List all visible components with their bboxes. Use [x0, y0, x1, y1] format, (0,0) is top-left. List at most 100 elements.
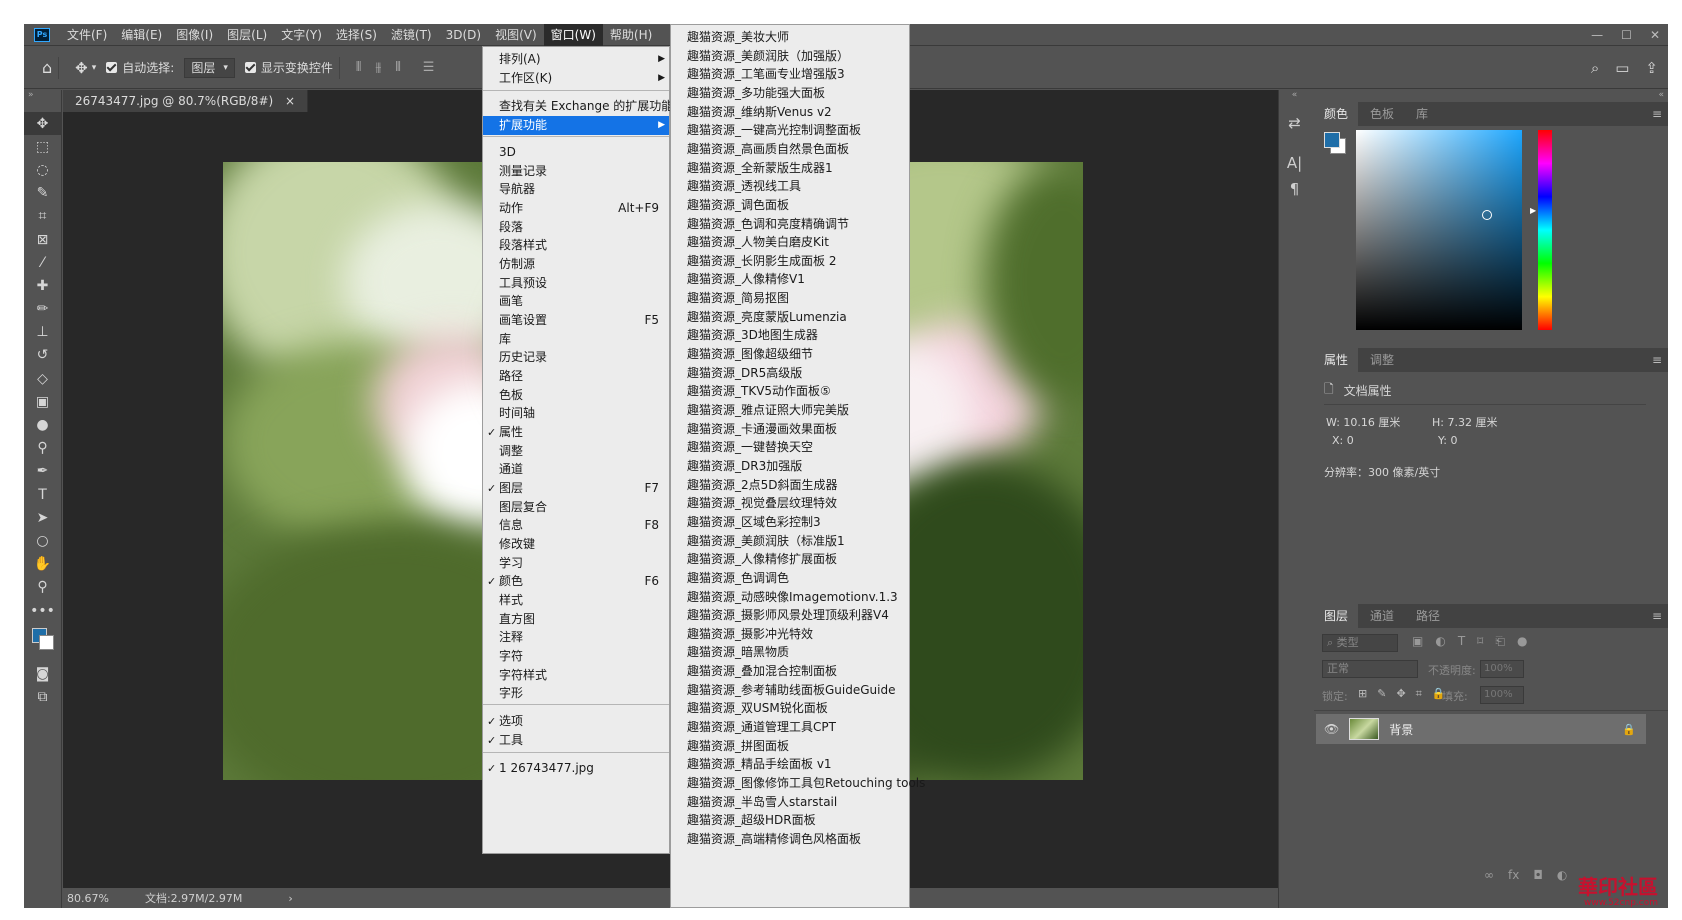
type-filter-icon[interactable]: T [1458, 634, 1465, 649]
link-layers-icon[interactable]: ∞ [1484, 868, 1494, 882]
visibility-eye-icon[interactable]: 👁 [1324, 722, 1339, 736]
extension-menu-item[interactable]: 趣猫资源_全新蒙版生成器1 [671, 159, 909, 178]
window-menu-item[interactable]: 学习 [483, 554, 669, 573]
color-picker-cursor[interactable] [1482, 210, 1492, 220]
shape-tool-icon[interactable]: ○ [24, 529, 61, 552]
align-left-icon[interactable]: ⫴ [356, 60, 361, 75]
hand-tool-icon[interactable]: ✋ [24, 553, 61, 576]
window-menu-item[interactable]: ✓ 图层 F7 [483, 479, 669, 498]
eraser-tool-icon[interactable]: ◇ [24, 367, 61, 390]
extension-menu-item[interactable]: 趣猫资源_维纳斯Venus v2 [671, 103, 909, 122]
close-tab-icon[interactable]: × [285, 94, 295, 108]
extension-menu-item[interactable]: 趣猫资源_高端精修调色风格面板 [671, 830, 909, 849]
blend-mode-select[interactable]: 正常 [1322, 660, 1418, 678]
window-menu-item[interactable]: 导航器 [483, 180, 669, 199]
show-transform-checkbox[interactable]: 显示变换控件 [244, 59, 333, 76]
stamp-tool-icon[interactable]: ⊥ [24, 321, 61, 344]
fg-color-swatch[interactable] [1324, 132, 1340, 148]
extension-menu-item[interactable]: 趣猫资源_美颜润肤（加强版） [671, 47, 909, 66]
extension-menu-item[interactable]: 趣猫资源_高画质自然景色面板 [671, 140, 909, 159]
tab-adjustments[interactable]: 调整 [1360, 348, 1404, 372]
menu-5[interactable]: 选择(S) [329, 24, 384, 46]
window-menu-item[interactable]: 3D [483, 143, 669, 162]
extension-menu-item[interactable]: 趣猫资源_工笔画专业增强版3 [671, 65, 909, 84]
window-menu-item[interactable]: 画笔 [483, 292, 669, 311]
more-tools-icon[interactable]: ••• [24, 599, 61, 622]
frame-tool-icon[interactable]: ⊠ [24, 228, 61, 251]
extension-menu-item[interactable]: 趣猫资源_人像精修V1 [671, 270, 909, 289]
extension-menu-item[interactable]: 趣猫资源_半岛雪人starstail [671, 793, 909, 812]
workspace-icon[interactable]: ▭ [1615, 59, 1629, 77]
extension-menu-item[interactable]: 趣猫资源_精品手绘面板 v1 [671, 755, 909, 774]
healing-brush-icon[interactable]: ✚ [24, 274, 61, 297]
y-value[interactable]: Y: 0 [1438, 434, 1457, 447]
fill-input[interactable]: 100% [1480, 686, 1524, 704]
lock-paint-icon[interactable]: ✎ [1377, 687, 1386, 701]
window-menu-item[interactable]: 通道 [483, 460, 669, 479]
menu-3[interactable]: 图层(L) [220, 24, 274, 46]
extension-menu-item[interactable]: 趣猫资源_多功能强大面板 [671, 84, 909, 103]
maximize-icon[interactable]: ☐ [1621, 28, 1632, 42]
lasso-tool-icon[interactable]: ◌ [24, 158, 61, 181]
window-menu-item[interactable]: 路径 [483, 367, 669, 386]
hue-slider[interactable] [1538, 130, 1552, 330]
smart-filter-icon[interactable]: ⎗ [1495, 634, 1505, 649]
menu-2[interactable]: 图像(I) [169, 24, 220, 46]
extension-menu-item[interactable]: 趣猫资源_双USM锐化面板 [671, 699, 909, 718]
lock-pixels-icon[interactable]: ⊞ [1358, 687, 1367, 701]
tab-layers[interactable]: 图层 [1314, 604, 1359, 628]
extension-menu-item[interactable]: 趣猫资源_视觉叠层纹理特效 [671, 494, 909, 513]
align-center-icon[interactable]: ⫵ [375, 60, 381, 75]
window-menu-item[interactable]: 修改键 [483, 535, 669, 554]
extension-menu-item[interactable]: 趣猫资源_DR5高级版 [671, 364, 909, 383]
window-menu-item[interactable]: ✓ 属性 [483, 423, 669, 442]
extension-menu-item[interactable]: 趣猫资源_2点5D斜面生成器 [671, 476, 909, 495]
search-icon[interactable]: ⌕ [1591, 59, 1599, 77]
extension-menu-item[interactable]: 趣猫资源_色调调色 [671, 569, 909, 588]
extension-menu-item[interactable]: 趣猫资源_美颜润肤（标准版1 [671, 532, 909, 551]
auto-select-target[interactable]: 图层 ▾ [184, 57, 235, 78]
window-menu-item[interactable]: 段落样式 [483, 236, 669, 255]
extension-menu-item[interactable]: 趣猫资源_摄影师风景处理顶级利器V4 [671, 606, 909, 625]
add-mask-icon[interactable]: ◘ [1533, 868, 1543, 882]
width-value[interactable]: W: 10.16 厘米 [1326, 414, 1400, 430]
extension-menu-item[interactable]: 趣猫资源_透视线工具 [671, 177, 909, 196]
align-icons[interactable]: ⫴ ⫵ ⫴ ☰ [356, 60, 435, 75]
extension-menu-item[interactable]: 趣猫资源_拼图面板 [671, 737, 909, 756]
window-menu-item[interactable]: 仿制源 [483, 255, 669, 274]
window-menu-item[interactable]: 历史记录 [483, 348, 669, 367]
menu-8[interactable]: 视图(V) [488, 24, 544, 46]
shape-filter-icon[interactable]: ⌑ [1477, 634, 1483, 649]
home-icon[interactable]: ⌂ [42, 58, 52, 77]
extension-menu-item[interactable]: 趣猫资源_图像超级细节 [671, 345, 909, 364]
type-tool-icon[interactable]: T [24, 483, 61, 506]
dodge-tool-icon[interactable]: ⚲ [24, 437, 61, 460]
window-menu-item[interactable]: ✓ 1 26743477.jpg [483, 759, 669, 778]
extension-menu-item[interactable]: 趣猫资源_通道管理工具CPT [671, 718, 909, 737]
height-value[interactable]: H: 7.32 厘米 [1432, 414, 1497, 430]
menu-4[interactable]: 文字(Y) [274, 24, 329, 46]
auto-select-checkbox[interactable]: 自动选择: [106, 59, 174, 76]
extension-menu-item[interactable]: 趣猫资源_人像精修扩展面板 [671, 550, 909, 569]
new-adjustment-icon[interactable]: ◐ [1557, 868, 1567, 882]
extension-menu-item[interactable]: 趣猫资源_简易抠图 [671, 289, 909, 308]
lock-position-icon[interactable]: ✥ [1396, 687, 1405, 701]
brush-tool-icon[interactable]: ✏ [24, 298, 61, 321]
gradient-tool-icon[interactable]: ▣ [24, 390, 61, 413]
fx-icon[interactable]: fx [1508, 868, 1519, 882]
move-tool-icon[interactable]: ✥ ▾ [75, 59, 96, 77]
tab-properties[interactable]: 属性 [1314, 348, 1359, 372]
window-menu-item[interactable]: 样式 [483, 591, 669, 610]
window-menu-item[interactable]: 信息 F8 [483, 516, 669, 535]
character-panel-icon[interactable]: A| [1279, 150, 1310, 176]
window-menu-item[interactable]: 字形 [483, 684, 669, 703]
extension-menu-item[interactable]: 趣猫资源_图像修饰工具包Retouching tools [671, 774, 925, 793]
extension-menu-item[interactable]: 趣猫资源_动感映像Imagemotionv.1.3 [671, 588, 909, 607]
quick-mask-icon[interactable]: ◙ [24, 662, 61, 685]
layer-name[interactable]: 背景 [1389, 721, 1413, 738]
history-brush-icon[interactable]: ↺ [24, 344, 61, 367]
window-menu-item[interactable]: 字符 [483, 647, 669, 666]
extension-menu-item[interactable]: 趣猫资源_一键替换天空 [671, 438, 909, 457]
tab-color[interactable]: 颜色 [1314, 102, 1359, 126]
window-menu-item[interactable]: 直方图 [483, 610, 669, 629]
